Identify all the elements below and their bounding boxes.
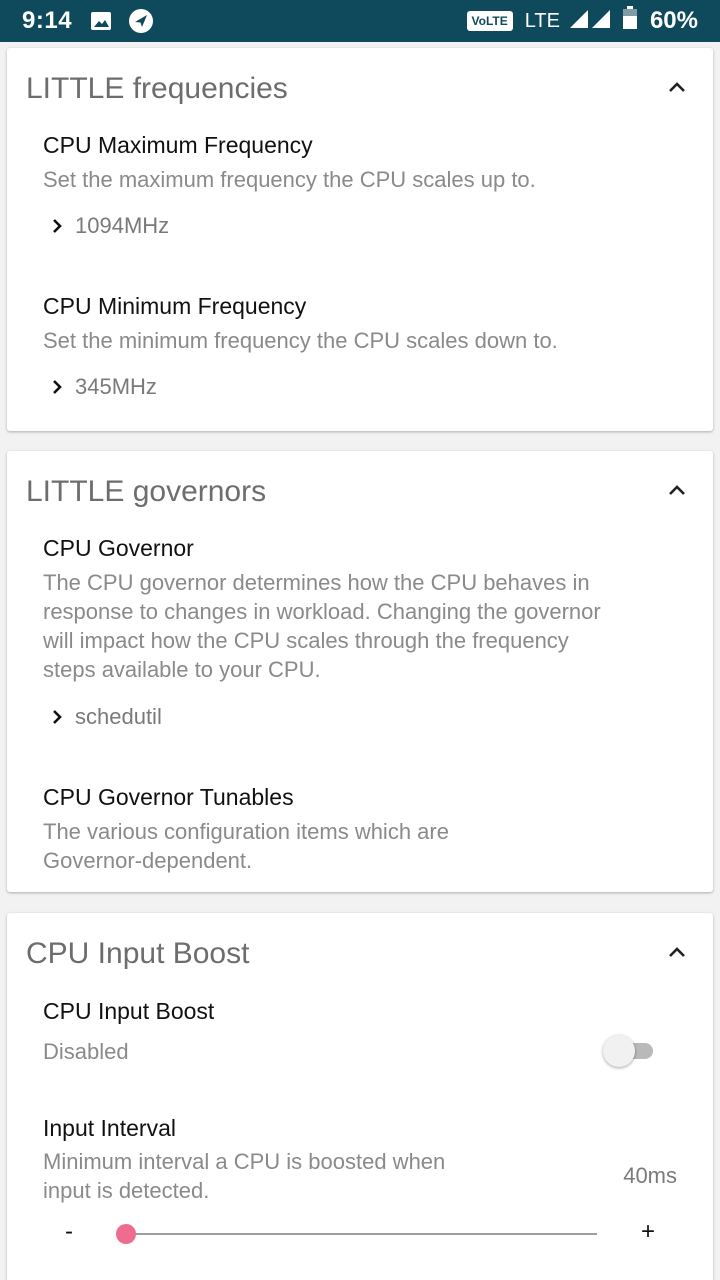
chevron-up-icon[interactable] [665, 941, 689, 965]
network-type: LTE [524, 9, 560, 32]
item-desc-line: response to changes in workload. Changin… [43, 599, 601, 624]
min-frequency-selector[interactable]: 345MHz [51, 374, 157, 400]
input-interval-value: 40ms [623, 1163, 677, 1188]
slider-track[interactable] [126, 1233, 597, 1235]
battery-icon [622, 5, 638, 37]
item-desc-line: steps available to your CPU. [43, 657, 321, 682]
volte-badge: VoLTE [466, 11, 513, 31]
governor-value: schedutil [75, 704, 162, 729]
item-title-input-interval: Input Interval [43, 1115, 176, 1141]
item-desc-line: Minimum interval a CPU is boosted when [43, 1149, 446, 1174]
item-title-input-boost: CPU Input Boost [43, 998, 215, 1024]
item-desc-line: input is detected. [43, 1178, 210, 1203]
card-title: LITTLE governors [26, 475, 267, 508]
card-cpu-input-boost: CPU Input Boost CPU Input Boost Disabled… [7, 913, 713, 1280]
toggle-thumb [603, 1035, 635, 1067]
chevron-up-icon[interactable] [665, 76, 689, 100]
navigation-icon [128, 8, 154, 34]
chevron-right-icon [53, 710, 62, 724]
item-title-max-frequency[interactable]: CPU Maximum Frequency [43, 132, 313, 159]
item-desc-line: The CPU governor determines how the CPU … [43, 570, 590, 595]
chevron-right-icon [53, 219, 62, 233]
item-desc-line: Governor-dependent. [43, 848, 253, 873]
input-boost-toggle[interactable] [603, 1033, 657, 1067]
item-desc-line: will impact how the CPU scales through t… [43, 628, 569, 653]
signal-icon [568, 7, 614, 36]
item-desc-line: The various configuration items which ar… [43, 819, 449, 844]
item-title-cpu-governor[interactable]: CPU Governor [43, 535, 194, 562]
chevron-up-icon[interactable] [665, 479, 689, 503]
slider-decrement-button[interactable]: - [65, 1218, 73, 1246]
min-frequency-value: 345MHz [75, 374, 157, 399]
item-title-governor-tunables[interactable]: CPU Governor Tunables [43, 784, 294, 811]
input-interval-slider[interactable]: - + [7, 1214, 713, 1254]
status-right: VoLTE LTE 60% [466, 5, 698, 37]
battery-percent: 60% [649, 7, 698, 34]
card-little-frequencies: LITTLE frequencies CPU Maximum Frequency… [7, 48, 713, 431]
max-frequency-value: 1094MHz [75, 213, 170, 238]
status-bar: 9:14 VoLTE LTE 60% [0, 0, 720, 42]
status-time: 9:14 [22, 7, 73, 34]
item-desc: Set the maximum frequency the CPU scales… [43, 167, 536, 192]
governor-selector[interactable]: schedutil [51, 704, 162, 730]
slider-thumb[interactable] [116, 1224, 136, 1244]
card-title: CPU Input Boost [26, 937, 250, 970]
slider-increment-button[interactable]: + [641, 1218, 655, 1246]
max-frequency-selector[interactable]: 1094MHz [51, 213, 169, 239]
image-icon [90, 10, 112, 32]
chevron-right-icon [53, 380, 62, 394]
card-title: LITTLE frequencies [26, 72, 288, 105]
item-desc: Set the minimum frequency the CPU scales… [43, 328, 558, 353]
item-title-min-frequency[interactable]: CPU Minimum Frequency [43, 293, 306, 320]
card-little-governors: LITTLE governors CPU Governor The CPU go… [7, 451, 713, 892]
input-boost-status: Disabled [43, 1039, 129, 1064]
